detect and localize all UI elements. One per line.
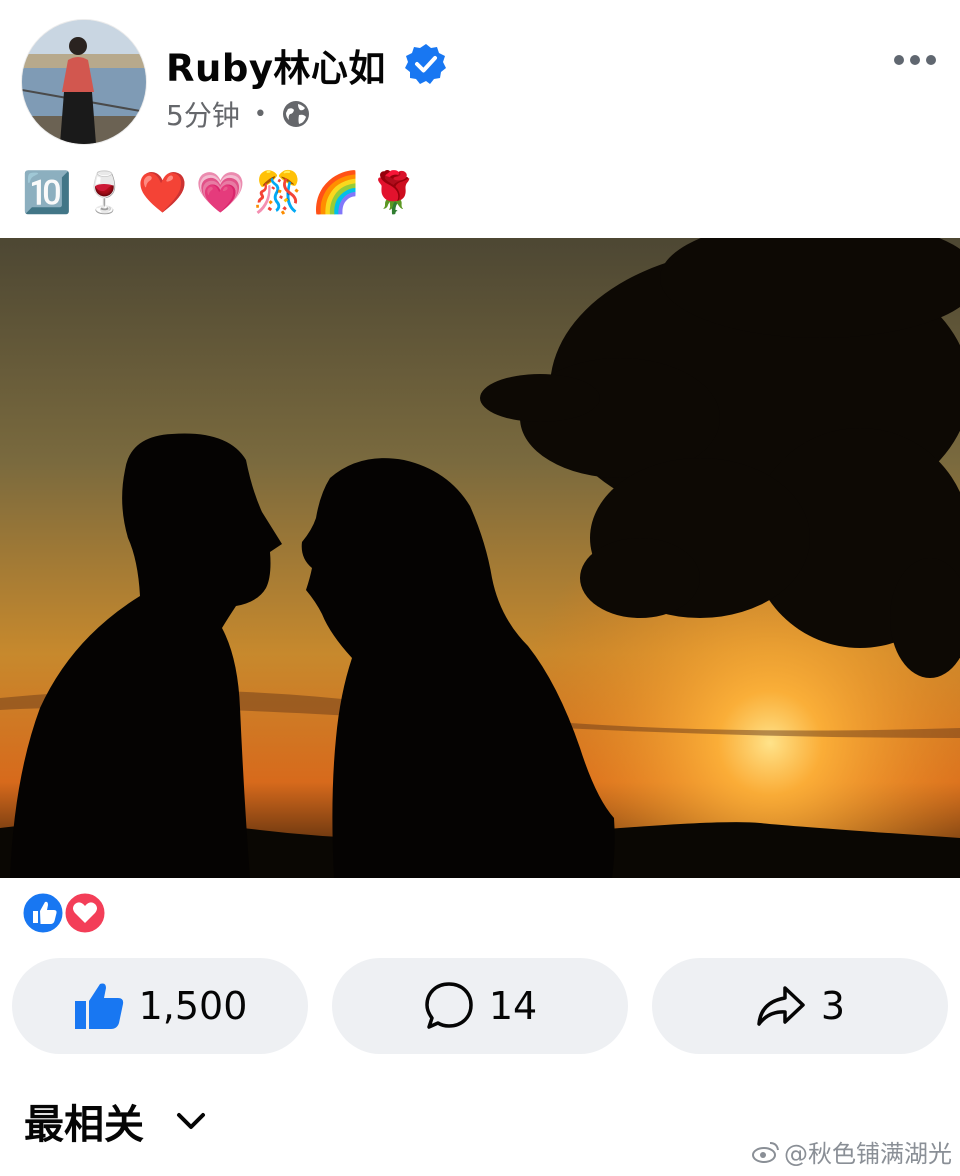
more-dot: [894, 55, 904, 65]
chevron-down-icon: [177, 1113, 205, 1129]
more-options-button[interactable]: [886, 40, 944, 80]
like-button[interactable]: 1,500: [12, 958, 308, 1054]
author-name[interactable]: Ruby林心如: [166, 38, 386, 92]
emoji-rose: 🌹: [368, 170, 419, 216]
comment-count: 14: [488, 984, 538, 1028]
like-count: 1,500: [138, 984, 248, 1028]
meta-separator: •: [253, 101, 267, 127]
avatar-image: [22, 20, 146, 144]
watermark-text: @秋色铺满湖光: [784, 1140, 952, 1168]
share-count: 3: [820, 984, 846, 1028]
like-reaction-icon: [20, 890, 66, 936]
emoji-red-heart: ❤️: [137, 170, 188, 216]
comment-sort-dropdown[interactable]: 最相关: [24, 1092, 208, 1150]
post-photo[interactable]: [0, 238, 960, 878]
comment-button[interactable]: 14: [332, 958, 628, 1054]
more-dot: [926, 55, 936, 65]
post-caption: 🔟 🍷 ❤️ 💗 🎊 🌈 🌹: [22, 166, 419, 220]
share-button[interactable]: 3: [652, 958, 948, 1054]
emoji-confetti-ball: 🎊: [253, 170, 304, 216]
weibo-logo-icon: [752, 1141, 779, 1163]
sort-label: 最相关: [24, 1102, 144, 1148]
more-dot: [910, 55, 920, 65]
thumbs-up-icon: [74, 983, 123, 1029]
love-reaction-icon: [62, 890, 108, 936]
author-avatar[interactable]: [22, 20, 146, 144]
reaction-icons[interactable]: [20, 890, 120, 936]
verified-badge-icon: [405, 44, 446, 84]
emoji-growing-heart: 💗: [195, 170, 246, 216]
post-time[interactable]: 5分钟: [166, 94, 240, 134]
globe-icon: [282, 101, 309, 127]
comment-icon: [425, 982, 473, 1029]
share-arrow-icon: [757, 986, 805, 1026]
emoji-rainbow: 🌈: [311, 170, 361, 216]
post-header: Ruby林心如 5分钟 •: [0, 0, 960, 160]
watermark: @秋色铺满湖光: [752, 1134, 952, 1169]
post-meta: 5分钟 •: [166, 94, 311, 134]
emoji-keycap-ten: 🔟: [22, 170, 72, 216]
emoji-wine-glass: 🍷: [79, 170, 130, 216]
